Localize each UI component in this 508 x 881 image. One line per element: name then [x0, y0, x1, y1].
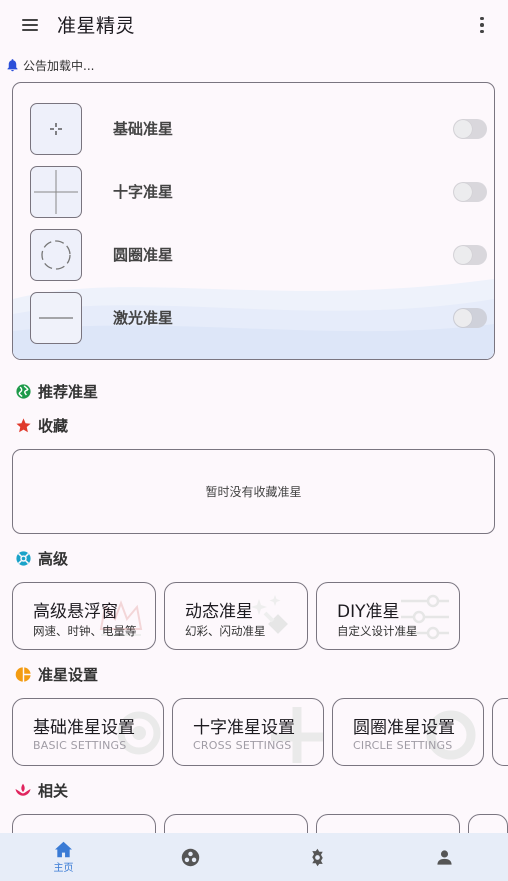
section-label: 相关 [38, 781, 69, 800]
globe-icon [14, 382, 32, 400]
favorites-empty-text: 暂时没有收藏准星 [205, 485, 302, 499]
section-settings: 准星设置 [14, 662, 98, 686]
nav-label: 主页 [53, 862, 74, 874]
circle-crosshair-icon [30, 229, 82, 281]
announcement-text: 公告加载中... [23, 58, 95, 73]
lotus-icon [14, 781, 32, 799]
crosshair-label: 基础准星 [113, 120, 174, 138]
announcement-bar[interactable]: 公告加载中... [5, 56, 94, 74]
tile-subtitle: 自定义设计准星 [337, 624, 418, 638]
bottom-navigation: 主页 [0, 833, 508, 881]
dot-crosshair-icon [30, 103, 82, 155]
section-related: 相关 [14, 778, 68, 802]
crosshair-label: 圆圈准星 [113, 246, 174, 264]
tile-subtitle: 幻彩、闪动准星 [185, 624, 266, 638]
laser-line-icon [30, 292, 82, 344]
more-vert-icon[interactable] [470, 12, 494, 38]
advanced-tiles-row: 高级悬浮窗 网速、时钟、电量等 动态准星 幻彩、闪动准星 DIY准星 自定义设计… [12, 582, 460, 650]
section-favorites: 收藏 [14, 413, 68, 437]
crosshair-toggle[interactable] [453, 308, 487, 328]
section-label: 收藏 [38, 416, 69, 435]
advanced-tile-diy[interactable]: DIY准星 自定义设计准星 [316, 582, 460, 650]
crosshair-toggle-card: 基础准星 十字准星 圆圈准星 激光准星 [12, 82, 495, 360]
section-recommended[interactable]: 推荐准星 [14, 379, 98, 403]
tile-title: 基础准星设置 [33, 718, 135, 738]
tile-title: 十字准星设置 [193, 718, 295, 738]
home-icon [55, 841, 72, 857]
section-label: 推荐准星 [38, 382, 99, 401]
crosshair-row-laser[interactable]: 激光准星 [30, 292, 487, 344]
crosshair-toggle[interactable] [453, 182, 487, 202]
favorites-empty-box: 暂时没有收藏准星 [12, 449, 495, 534]
community-icon [181, 848, 200, 866]
settings-tile-basic[interactable]: 基础准星设置 BASIC SETTINGS [12, 698, 164, 766]
app-bar: 准星精灵 [0, 0, 508, 50]
settings-tile-partial[interactable] [492, 698, 508, 766]
advanced-tile-floating-window[interactable]: 高级悬浮窗 网速、时钟、电量等 [12, 582, 156, 650]
crosshair-row-circle[interactable]: 圆圈准星 [30, 229, 487, 281]
advanced-tile-dynamic[interactable]: 动态准星 幻彩、闪动准星 [164, 582, 308, 650]
settings-tiles-row: 基础准星设置 BASIC SETTINGS 十字准星设置 CROSS SETTI… [12, 698, 508, 766]
section-advanced: 高级 [14, 546, 68, 570]
crosshair-label: 激光准星 [113, 309, 174, 327]
lifebuoy-icon [14, 549, 32, 567]
section-label: 准星设置 [38, 665, 99, 684]
nav-community[interactable] [127, 833, 254, 881]
tile-subtitle: CIRCLE SETTINGS [353, 739, 453, 752]
tile-subtitle: BASIC SETTINGS [33, 739, 127, 752]
settings-gear-icon [312, 848, 323, 866]
crosshair-row-basic[interactable]: 基础准星 [30, 103, 487, 155]
nav-home[interactable]: 主页 [0, 833, 127, 881]
crosshair-label: 十字准星 [113, 183, 174, 201]
star-icon [14, 416, 32, 434]
tile-title: 圆圈准星设置 [353, 718, 455, 738]
crosshair-toggle[interactable] [453, 245, 487, 265]
nav-profile[interactable] [381, 833, 508, 881]
section-label: 高级 [38, 549, 69, 568]
crosshair-row-cross[interactable]: 十字准星 [30, 166, 487, 218]
tile-title: 高级悬浮窗 [33, 602, 118, 622]
pie-icon [14, 665, 32, 683]
settings-tile-circle[interactable]: 圆圈准星设置 CIRCLE SETTINGS [332, 698, 484, 766]
crosshair-toggle[interactable] [453, 119, 487, 139]
tile-title: 动态准星 [185, 602, 253, 622]
tile-title: DIY准星 [337, 602, 400, 622]
tile-subtitle: 网速、时钟、电量等 [33, 624, 137, 638]
tile-subtitle: CROSS SETTINGS [193, 739, 292, 752]
settings-tile-cross[interactable]: 十字准星设置 CROSS SETTINGS [172, 698, 324, 766]
cross-crosshair-icon [30, 166, 82, 218]
bell-icon [7, 59, 18, 72]
nav-settings[interactable] [254, 833, 381, 881]
person-icon [437, 849, 452, 865]
app-title: 准星精灵 [57, 15, 136, 37]
hamburger-menu-icon[interactable] [14, 10, 46, 40]
